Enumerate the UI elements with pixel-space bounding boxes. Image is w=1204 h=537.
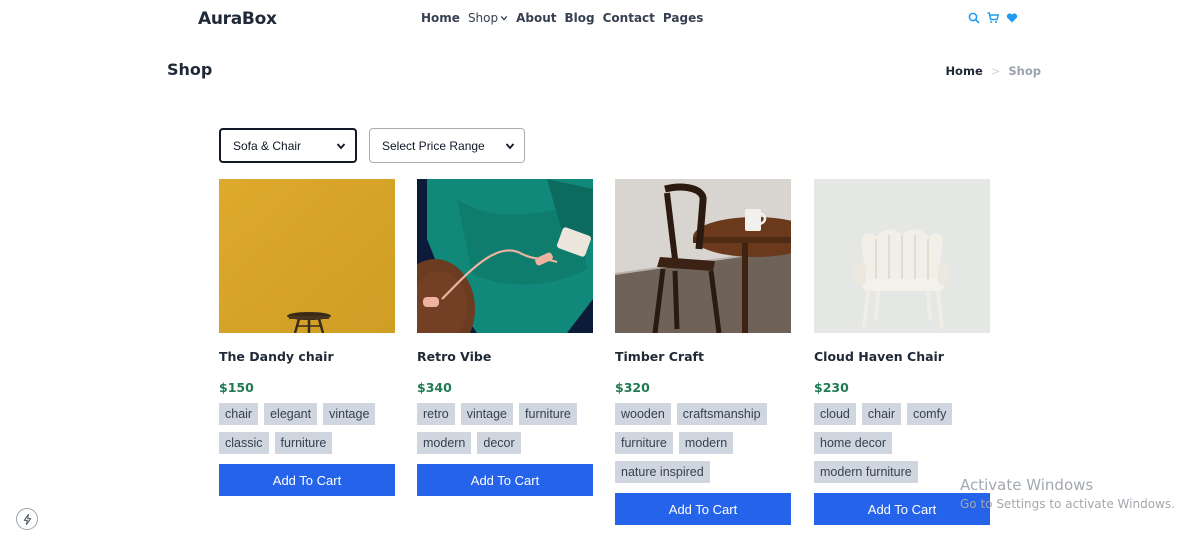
product-tag[interactable]: modern: [417, 432, 472, 454]
product-tag[interactable]: chair: [861, 403, 901, 425]
product-price: $150: [219, 380, 254, 395]
product-title[interactable]: Cloud Haven Chair: [814, 349, 990, 364]
add-to-cart-button[interactable]: Add To Cart: [417, 464, 593, 496]
cart-icon[interactable]: [987, 11, 999, 25]
product-price: $230: [814, 380, 849, 395]
product-tag[interactable]: retro: [417, 403, 455, 425]
chevron-down-icon: [500, 15, 508, 21]
nav-shop-label: Shop: [467, 11, 499, 25]
product-tag[interactable]: furniture: [274, 432, 333, 454]
search-icon[interactable]: [968, 11, 980, 25]
lightning-icon: [23, 513, 31, 525]
chevron-down-icon: [336, 142, 346, 149]
product-tag[interactable]: vintage: [323, 403, 376, 425]
product-tag[interactable]: wooden: [615, 403, 671, 425]
watermark-subtitle: Go to Settings to activate Windows.: [960, 497, 1175, 511]
add-to-cart-button[interactable]: Add To Cart: [219, 464, 395, 496]
product-image[interactable]: [417, 179, 593, 333]
product-tag[interactable]: cloud: [814, 403, 856, 425]
product-tag[interactable]: furniture: [615, 432, 673, 454]
product-card: Retro Vibe $340 retro vintage furniture …: [417, 179, 593, 496]
product-tag[interactable]: modern: [678, 432, 734, 454]
product-image[interactable]: [219, 179, 395, 333]
breadcrumb-current: Shop: [1008, 64, 1041, 78]
main-nav: Home Shop About Blog Contact Pages: [421, 11, 703, 25]
page-title: Shop: [167, 60, 213, 79]
product-title[interactable]: Retro Vibe: [417, 349, 593, 364]
brand-logo[interactable]: AuraBox: [198, 9, 277, 29]
product-tag[interactable]: craftsmanship: [676, 403, 767, 425]
product-tag[interactable]: modern furniture: [814, 461, 918, 483]
product-tags: chair elegant vintage classic furniture: [219, 403, 395, 454]
product-tag[interactable]: vintage: [460, 403, 514, 425]
activate-windows-watermark: Activate Windows Go to Settings to activ…: [960, 476, 1175, 511]
product-tag[interactable]: comfy: [906, 403, 953, 425]
product-image[interactable]: [615, 179, 791, 333]
product-price: $320: [615, 380, 650, 395]
product-tag[interactable]: elegant: [264, 403, 318, 425]
add-to-cart-button[interactable]: Add To Cart: [615, 493, 791, 525]
product-tag[interactable]: nature inspired: [615, 461, 710, 483]
product-tag[interactable]: home decor: [814, 432, 893, 454]
lightning-badge-button[interactable]: [16, 508, 38, 530]
category-filter-select[interactable]: Sofa & Chair: [219, 128, 357, 163]
breadcrumb-home-link[interactable]: Home: [945, 64, 982, 78]
product-card: Timber Craft $320 wooden craftsmanship f…: [615, 179, 791, 525]
chevron-down-icon: [505, 142, 515, 149]
product-title[interactable]: The Dandy chair: [219, 349, 395, 364]
product-tags: cloud chair comfy home decor modern furn…: [814, 403, 990, 483]
product-price: $340: [417, 380, 452, 395]
product-card: The Dandy chair $150 chair elegant vinta…: [219, 179, 395, 496]
product-title[interactable]: Timber Craft: [615, 349, 791, 364]
product-image[interactable]: [814, 179, 990, 333]
watermark-title: Activate Windows: [960, 476, 1094, 494]
nav-shop-link[interactable]: Shop: [468, 11, 508, 25]
product-tag[interactable]: decor: [477, 432, 521, 454]
nav-contact-link[interactable]: Contact: [603, 11, 655, 25]
price-filter-value: Select Price Range: [382, 138, 485, 153]
category-filter-value: Sofa & Chair: [233, 138, 302, 153]
nav-home-link[interactable]: Home: [421, 11, 460, 25]
nav-pages-link[interactable]: Pages: [663, 11, 703, 25]
breadcrumb: Home > Shop: [945, 64, 1041, 78]
price-filter-select[interactable]: Select Price Range: [369, 128, 525, 163]
product-tag[interactable]: classic: [219, 432, 269, 454]
nav-about-link[interactable]: About: [516, 11, 556, 25]
breadcrumb-separator-icon: >: [990, 64, 1001, 78]
product-tags: retro vintage furniture modern decor: [417, 403, 593, 454]
nav-blog-link[interactable]: Blog: [565, 11, 595, 25]
product-tag[interactable]: chair: [219, 403, 259, 425]
nav-icon-group: [968, 11, 1018, 25]
heart-icon[interactable]: [1006, 11, 1018, 25]
top-navbar: AuraBox Home Shop About Blog Contact Pag…: [0, 0, 1204, 38]
product-tag[interactable]: furniture: [519, 403, 577, 425]
product-tags: wooden craftsmanship furniture modern na…: [615, 403, 791, 483]
product-card: Cloud Haven Chair $230 cloud chair comfy…: [814, 179, 990, 525]
